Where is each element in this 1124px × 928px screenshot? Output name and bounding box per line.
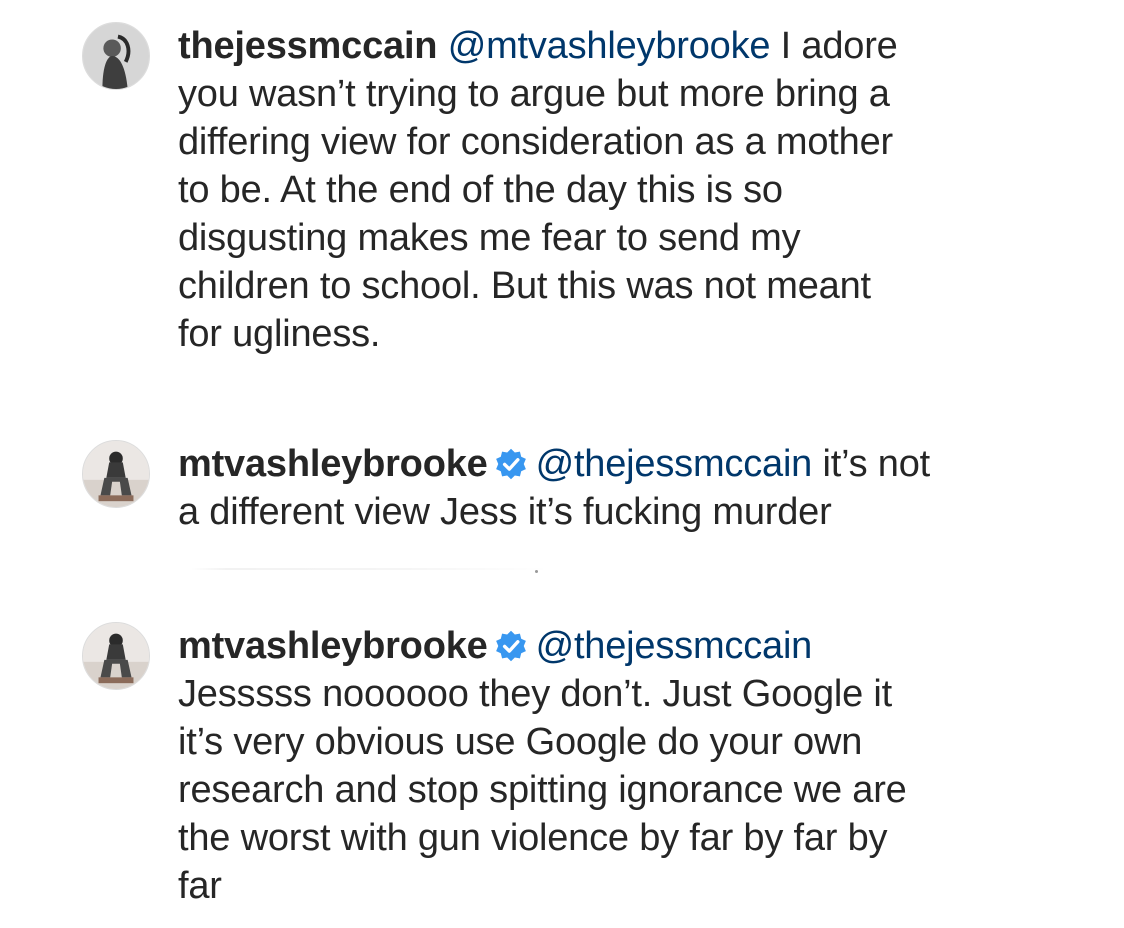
avatar[interactable] <box>82 440 150 508</box>
comment-text: it’s not <box>822 443 931 485</box>
divider <box>190 568 550 570</box>
comment-body: mtvashleybrooke @thejessmccain Jesssss no… <box>178 622 1058 910</box>
comment-line: thejessmccain @mtvashleybrooke I adore <box>178 22 1058 70</box>
avatar[interactable] <box>82 622 150 690</box>
comment-body: mtvashleybrooke @thejessmccain it’s not a… <box>178 440 1058 536</box>
comment-mention[interactable]: @mtvashleybrooke <box>448 25 771 67</box>
verified-badge-icon <box>495 448 526 480</box>
avatar-image <box>83 441 149 507</box>
comment-username[interactable]: thejessmccain <box>178 25 438 67</box>
comment-body: thejessmccain @mtvashleybrooke I adore y… <box>178 22 1058 358</box>
comment-username[interactable]: mtvashleybrooke <box>178 443 488 485</box>
comment-mention[interactable]: @thejessmccain <box>536 443 813 485</box>
comment-line: differing view for consideration as a mo… <box>178 121 893 163</box>
comment-text: I adore <box>780 25 898 67</box>
comment-line: the worst with gun violence by far by fa… <box>178 817 888 859</box>
comment-line: disgusting makes me fear to send my <box>178 217 801 259</box>
comment-mention[interactable]: @thejessmccain <box>536 625 813 667</box>
verified-badge-icon <box>495 630 526 662</box>
comment-line: far <box>178 865 222 907</box>
comment-line: to be. At the end of the day this is so <box>178 169 783 211</box>
avatar[interactable] <box>82 22 150 90</box>
comment-line: it’s very obvious use Google do your own <box>178 721 863 763</box>
comment-line: you wasn’t trying to argue but more brin… <box>178 73 890 115</box>
divider-dot <box>535 570 538 573</box>
comment-line: mtvashleybrooke @thejessmccain it’s not <box>178 440 1058 488</box>
comment-line: children to school. But this was not mea… <box>178 265 871 307</box>
comment-line: a different view Jess it’s fucking murde… <box>178 491 832 533</box>
comment-line: for ugliness. <box>178 313 381 355</box>
avatar-image <box>83 623 149 689</box>
comment-line: mtvashleybrooke @thejessmccain <box>178 622 1058 670</box>
comment-line: Jesssss noooooo they don’t. Just Google … <box>178 673 893 715</box>
avatar-image <box>83 23 149 89</box>
comment-line: research and stop spitting ignorance we … <box>178 769 907 811</box>
comment-username[interactable]: mtvashleybrooke <box>178 625 488 667</box>
